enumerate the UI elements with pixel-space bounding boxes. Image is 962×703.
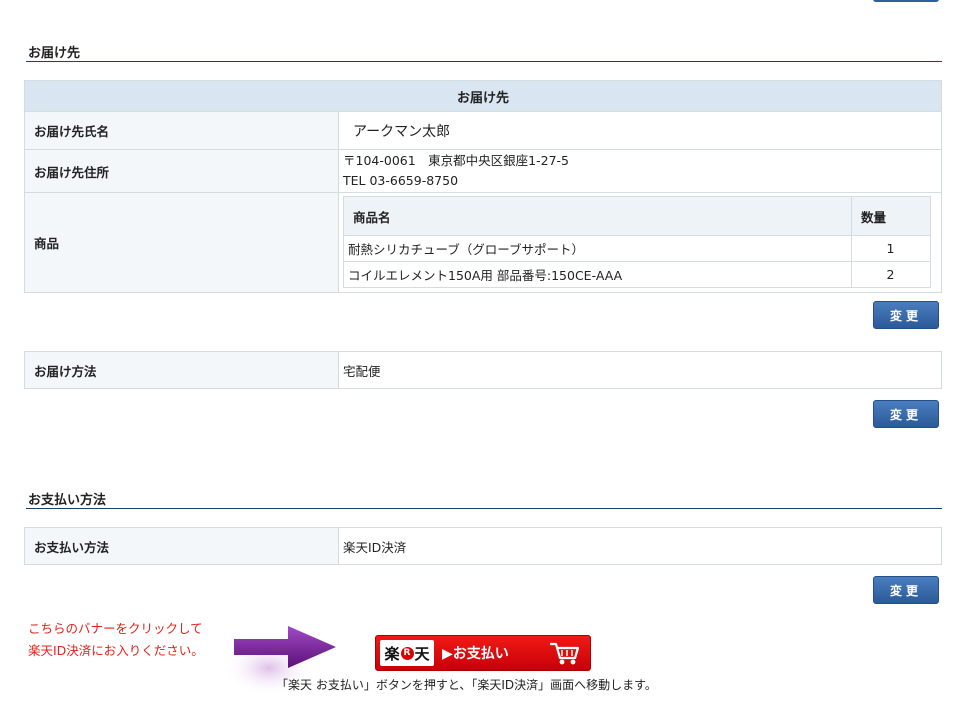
change-payment-button[interactable]: 変更: [873, 576, 939, 604]
address-line: 〒104-0061 東京都中央区銀座1-27-5: [343, 153, 570, 168]
delivery-section-rule: [26, 61, 942, 62]
tel-line: TEL 03-6659-8750: [343, 173, 459, 188]
payment-section-title: お支払い方法: [28, 493, 107, 508]
promo-line-1: こちらのバナーをクリックして: [28, 621, 203, 636]
shipping-method-value: 宅配便: [338, 351, 942, 389]
address-label: お届け先住所: [24, 149, 339, 193]
item-name: コイルエレメント150A用 部品番号:150CE-AAA: [343, 261, 852, 288]
top-change-button-partial[interactable]: [873, 0, 939, 2]
promo-line-2: 楽天ID決済にお入りください。: [28, 643, 204, 658]
name-label: お届け先氏名: [24, 111, 339, 150]
change-shipping-button[interactable]: 変更: [873, 400, 939, 428]
items-table: 商品名 数量 耐熱シリカチューブ（グローブサポート） 1 コイルエレメント150…: [343, 196, 931, 288]
table-row: コイルエレメント150A用 部品番号:150CE-AAA 2: [343, 261, 931, 288]
address-value: 〒104-0061 東京都中央区銀座1-27-5 TEL 03-6659-875…: [338, 149, 942, 193]
shopping-cart-icon: [550, 642, 580, 665]
product-value: 商品名 数量 耐熱シリカチューブ（グローブサポート） 1 コイルエレメント150…: [338, 192, 942, 293]
delivery-section-title: お届け先: [28, 46, 81, 61]
item-qty: 1: [851, 235, 931, 262]
rakuten-pay-banner-button[interactable]: 楽R天 ▶お支払い: [375, 635, 591, 671]
items-header-name: 商品名: [343, 196, 852, 236]
delivery-table: お届け先 お届け先氏名 アークマン太郎 お届け先住所 〒104-0061 東京都…: [24, 80, 942, 293]
banner-note: 「楽天 お支払い」ボタンを押すと、「楽天ID決済」画面へ移動します。: [276, 678, 657, 692]
name-value: アークマン太郎: [338, 111, 942, 150]
item-qty: 2: [851, 261, 931, 288]
shipping-method-label: お届け方法: [24, 351, 339, 389]
items-header-qty: 数量: [851, 196, 931, 236]
promo-text: こちらのバナーをクリックして 楽天ID決済にお入りください。: [28, 618, 204, 662]
rakuten-logo: 楽R天: [380, 640, 434, 666]
table-row: 耐熱シリカチューブ（グローブサポート） 1: [343, 235, 931, 262]
shipping-table: お届け方法 宅配便: [24, 351, 942, 389]
banner-label: ▶お支払い: [442, 646, 509, 662]
product-label: 商品: [24, 192, 339, 293]
change-delivery-button[interactable]: 変更: [873, 301, 939, 329]
delivery-table-caption: お届け先: [24, 80, 942, 112]
payment-table: お支払い方法 楽天ID決済: [24, 527, 942, 565]
payment-method-label: お支払い方法: [24, 527, 339, 565]
payment-method-value: 楽天ID決済: [338, 527, 942, 565]
item-name: 耐熱シリカチューブ（グローブサポート）: [343, 235, 852, 262]
payment-section-rule: [26, 508, 942, 509]
